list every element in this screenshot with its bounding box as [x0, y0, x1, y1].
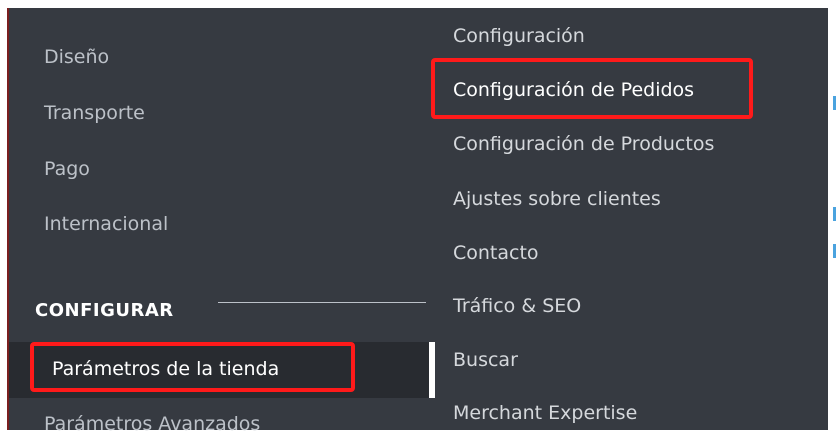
submenu-item-buscar[interactable]: Buscar	[453, 349, 518, 371]
submenu-item-ajustes-clientes[interactable]: Ajustes sobre clientes	[453, 188, 661, 210]
submenu-item-configuracion[interactable]: Configuración	[453, 25, 585, 47]
sidebar-item-pago[interactable]: Pago	[44, 158, 90, 180]
content-edge-mark	[833, 207, 836, 221]
content-edge-mark	[833, 244, 836, 258]
top-edge	[0, 0, 839, 8]
sidebar-item-internacional[interactable]: Internacional	[44, 213, 168, 235]
section-title-configurar: CONFIGURAR	[35, 300, 174, 321]
sidebar-item-parametros-avanzados[interactable]: Parámetros Avanzados	[44, 413, 260, 435]
section-divider	[218, 302, 426, 303]
submenu-item-trafico-seo[interactable]: Tráfico & SEO	[453, 295, 581, 317]
submenu-item-merchant-expertise[interactable]: Merchant Expertise	[453, 402, 637, 424]
content-edge-mark	[833, 96, 836, 110]
sidebar-item-diseno[interactable]: Diseño	[44, 46, 109, 68]
sidebar-item-transporte[interactable]: Transporte	[44, 102, 145, 124]
left-border	[0, 0, 9, 430]
submenu-item-configuracion-productos[interactable]: Configuración de Productos	[453, 133, 714, 155]
submenu-item-contacto[interactable]: Contacto	[453, 242, 539, 264]
highlight-box	[30, 342, 355, 392]
highlight-box	[431, 58, 753, 119]
active-marker	[429, 342, 435, 398]
